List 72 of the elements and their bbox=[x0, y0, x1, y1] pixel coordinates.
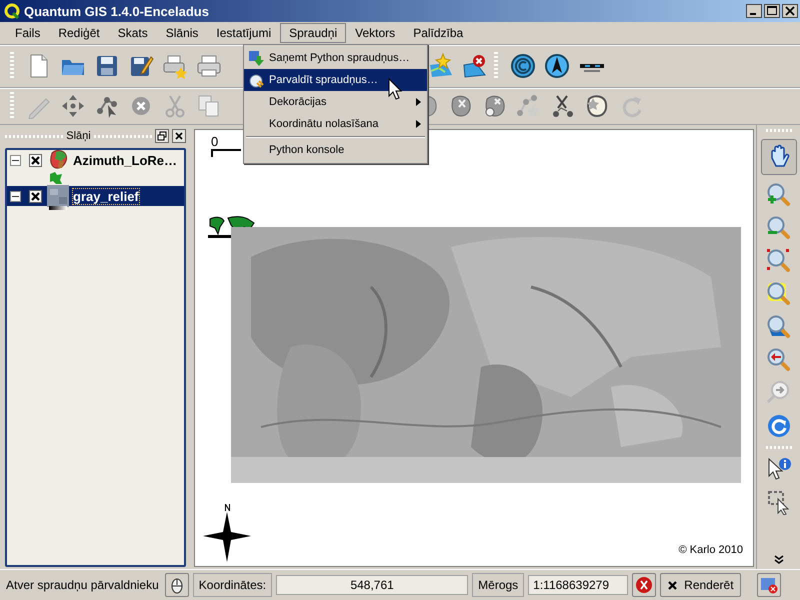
zoom-out-icon[interactable] bbox=[766, 215, 792, 241]
scale-field[interactable]: 1:1168639279 bbox=[528, 575, 628, 595]
scale-label: 0 bbox=[211, 134, 220, 149]
coordinates-field[interactable]: 548,761 bbox=[276, 575, 468, 595]
hand-icon[interactable] bbox=[760, 139, 796, 175]
layer-symbol-icon bbox=[47, 149, 69, 171]
minimize-icon[interactable] bbox=[746, 4, 762, 18]
layer-row[interactable]: gray_relief bbox=[7, 186, 184, 206]
layer-name[interactable]: gray_relief bbox=[73, 188, 139, 204]
identify-icon[interactable] bbox=[766, 456, 792, 482]
copyright-icon[interactable] bbox=[510, 53, 536, 79]
layer-row[interactable]: Azimuth_LoRe… bbox=[7, 150, 184, 170]
refresh-icon[interactable] bbox=[766, 413, 792, 439]
close-icon[interactable] bbox=[782, 4, 798, 18]
menu-item[interactable]: Rediģēt bbox=[49, 23, 109, 43]
shape-icon[interactable] bbox=[584, 93, 610, 119]
map-remove-icon[interactable] bbox=[462, 53, 488, 79]
scale-label: Mērogs bbox=[472, 573, 524, 597]
plug-icon bbox=[248, 72, 264, 88]
app-logo-icon bbox=[4, 3, 20, 19]
submenu-arrow-icon bbox=[416, 120, 421, 128]
render-checkbox[interactable]: Renderēt bbox=[660, 573, 741, 597]
menu-item[interactable]: Parvaldīt spraudņus… bbox=[244, 69, 427, 91]
printer-icon[interactable] bbox=[196, 53, 222, 79]
copyright-label: © Karlo 2010 bbox=[678, 544, 743, 556]
map-star-icon[interactable] bbox=[428, 53, 454, 79]
projection-icon bbox=[760, 576, 778, 594]
menu-item[interactable]: Spraudņi bbox=[280, 23, 346, 43]
menu-item[interactable]: Slānis bbox=[156, 23, 208, 43]
stop-button[interactable] bbox=[632, 573, 656, 597]
layer-name[interactable]: Azimuth_LoRe… bbox=[73, 152, 177, 168]
cursor-icon bbox=[388, 78, 402, 100]
more-icon[interactable] bbox=[774, 555, 784, 565]
status-message: Atver spraudņu pārvaldnieku bbox=[6, 578, 159, 592]
save-icon[interactable] bbox=[94, 53, 120, 79]
menu-item[interactable]: Vektors bbox=[346, 23, 404, 43]
select-icon[interactable] bbox=[766, 489, 792, 515]
move-icon[interactable] bbox=[60, 93, 86, 119]
menu-item[interactable]: Fails bbox=[6, 23, 50, 43]
checkbox[interactable] bbox=[29, 190, 42, 202]
scale-bar bbox=[211, 149, 241, 157]
plugin-button[interactable] bbox=[164, 573, 189, 597]
checkmark-icon bbox=[667, 580, 678, 590]
zoom-back-icon[interactable] bbox=[766, 347, 792, 373]
menu-item[interactable]: Dekorācijas bbox=[244, 91, 427, 113]
menu-item[interactable]: Iestatījumi bbox=[207, 23, 280, 43]
coordinates-label: Koordinātes: bbox=[192, 573, 272, 597]
close-icon[interactable] bbox=[172, 129, 186, 143]
menu-item[interactable]: Python konsole bbox=[244, 139, 427, 161]
collapse-icon[interactable] bbox=[10, 154, 21, 166]
menu-item[interactable]: Saņemt Python spraudņus… bbox=[244, 47, 427, 69]
window-title: Quantum GIS 1.4.0-Enceladus bbox=[24, 4, 210, 18]
checkbox[interactable] bbox=[29, 154, 42, 166]
raster-thumbnail-icon bbox=[47, 185, 69, 207]
collapse-icon[interactable] bbox=[10, 190, 21, 202]
zoom-selection-icon[interactable] bbox=[766, 281, 792, 307]
stop-icon bbox=[635, 576, 654, 594]
menu-item[interactable]: Skats bbox=[108, 23, 157, 43]
legend-symbol-icon bbox=[49, 171, 63, 185]
download-icon bbox=[248, 50, 264, 66]
zoom-full-icon[interactable] bbox=[766, 248, 792, 274]
menu-item[interactable]: Palīdzība bbox=[404, 23, 472, 43]
color-ramp-icon bbox=[49, 206, 67, 210]
zoom-in-icon[interactable] bbox=[766, 182, 792, 208]
printer-star-icon[interactable] bbox=[162, 53, 188, 79]
submenu-arrow-icon bbox=[416, 98, 421, 106]
projection-button[interactable] bbox=[756, 573, 781, 597]
float-icon[interactable] bbox=[155, 129, 169, 143]
panel-title: Slāņi bbox=[66, 130, 91, 142]
maximize-icon[interactable] bbox=[764, 4, 780, 18]
split-icon[interactable] bbox=[550, 93, 576, 119]
zoom-layer-icon[interactable] bbox=[766, 314, 792, 340]
